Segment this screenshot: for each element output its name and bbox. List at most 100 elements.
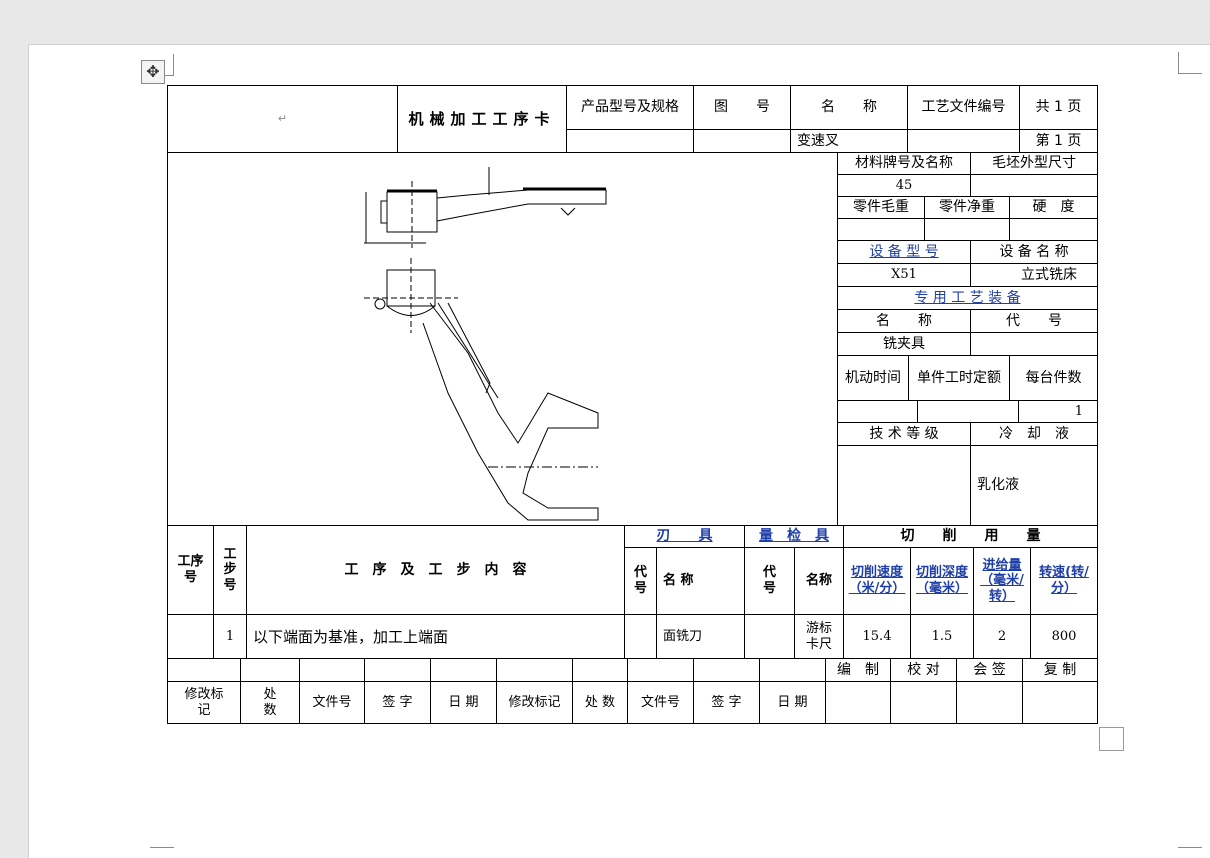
review-label-text: 复 制	[1043, 661, 1077, 678]
equipment-name-value[interactable]: 立式铣床	[970, 263, 1098, 287]
compile-label-text: 编 制	[837, 661, 879, 678]
step-process-no[interactable]	[167, 614, 214, 659]
hardness-label-text: 硬 度	[1032, 199, 1075, 216]
step-gauge-code[interactable]	[744, 614, 795, 659]
speed-header-text: 切削速度（米/分）	[848, 565, 906, 596]
hardness-label: 硬 度	[1009, 196, 1098, 219]
per-unit-label: 每台件数	[1009, 355, 1098, 401]
unit-time-label: 单件工时定额	[908, 355, 1010, 401]
rpm-header: 转速(转/分）	[1030, 547, 1098, 615]
process-doc-no-value[interactable]	[907, 129, 1020, 153]
drawing-no-value[interactable]	[693, 129, 791, 153]
blank-shape-value[interactable]	[970, 174, 1098, 197]
hardness-value[interactable]	[1009, 218, 1098, 241]
per-unit-value[interactable]: 1	[1018, 400, 1098, 423]
per-unit-label-text: 每台件数	[1025, 369, 1082, 386]
blank-shape-label: 毛坯外型尺寸	[970, 152, 1098, 175]
table-resize-handle[interactable]	[1099, 727, 1124, 751]
check-label: 校 对	[890, 658, 957, 682]
step-rpm-text: 800	[1051, 628, 1077, 644]
content-header-text: 工 序 及 工 步 内 容	[344, 561, 527, 578]
gross-weight-label-text: 零件毛重	[853, 199, 909, 216]
machine-time-value[interactable]	[837, 400, 918, 423]
tool-code-header: 代号	[624, 547, 657, 615]
step-feed-text: 2	[997, 628, 1007, 644]
footer-blank-2[interactable]	[240, 658, 300, 682]
footer-blank-1[interactable]	[167, 658, 241, 682]
special-fixture-label: 专 用 工 艺 装 备	[837, 286, 1098, 310]
sign-label-2: 签 字	[693, 681, 760, 724]
fixture-name-value[interactable]: 铣夹具	[837, 332, 971, 356]
countersign-label: 会 签	[956, 658, 1023, 682]
step-gauge-name[interactable]: 游标卡尺	[794, 614, 844, 659]
fixture-code-value[interactable]	[970, 332, 1098, 356]
coolant-value-text: 乳化液	[977, 477, 1019, 494]
rev-mark-label-text: 修改标记	[184, 686, 224, 718]
rev-mark-label: 修改标记	[167, 681, 241, 724]
total-pages: 共 1 页	[1019, 85, 1098, 130]
footer-blank-3[interactable]	[299, 658, 365, 682]
table-move-handle-icon[interactable]: ✥	[141, 60, 165, 84]
equipment-name-label-text: 设 备 名 称	[999, 243, 1069, 260]
product-model-label: 产品型号及规格	[566, 85, 694, 130]
rev-mark-label-2-text: 修改标记	[508, 694, 561, 710]
places-label-2-text: 处 数	[584, 694, 616, 710]
step-step-no[interactable]: 1	[213, 614, 247, 659]
equipment-name-value-text: 立式铣床	[1021, 266, 1077, 283]
review-value[interactable]	[1022, 681, 1098, 724]
check-value[interactable]	[890, 681, 957, 724]
file-no-label-2: 文件号	[627, 681, 694, 724]
footer-blank-6[interactable]	[496, 658, 573, 682]
footer-blank-9[interactable]	[693, 658, 760, 682]
fixture-name-label-text: 名 称	[876, 312, 932, 329]
footer-blank-5[interactable]	[430, 658, 497, 682]
rpm-header-text: 转速(转/分）	[1039, 565, 1089, 596]
footer-blank-10[interactable]	[759, 658, 826, 682]
name-value[interactable]: 变速叉	[790, 129, 908, 153]
file-no-label-text: 文件号	[312, 694, 352, 710]
fixture-name-value-text: 铣夹具	[883, 335, 925, 352]
footer-blank-4[interactable]	[364, 658, 431, 682]
step-content[interactable]: 以下端面为基准，加工上端面	[246, 614, 625, 659]
step-rpm[interactable]: 800	[1030, 614, 1098, 659]
per-unit-value-text: 1	[1074, 403, 1083, 419]
footer-blank-7[interactable]	[572, 658, 628, 682]
process-no-header: 工序号	[167, 525, 214, 615]
countersign-value[interactable]	[956, 681, 1023, 724]
equipment-model-value[interactable]: X51	[837, 263, 971, 287]
footer-blank-8[interactable]	[627, 658, 694, 682]
places-label-2: 处 数	[572, 681, 628, 724]
page-no: 第 1 页	[1019, 129, 1098, 153]
step-feed[interactable]: 2	[973, 614, 1031, 659]
gross-weight-value[interactable]	[837, 218, 925, 241]
equipment-model-label: 设 备 型 号	[837, 240, 971, 264]
equipment-model-label-text: 设 备 型 号	[869, 243, 939, 260]
file-no-label-2-text: 文件号	[640, 694, 680, 710]
unit-time-value[interactable]	[917, 400, 1019, 423]
net-weight-value[interactable]	[924, 218, 1010, 241]
step-tool-code[interactable]	[624, 614, 657, 659]
drawing-no-label-text: 图 号	[714, 99, 770, 116]
step-speed[interactable]: 15.4	[843, 614, 911, 659]
fixture-code-label-text: 代 号	[1006, 312, 1062, 329]
sign-label-text: 签 字	[382, 694, 413, 710]
drawing-area[interactable]	[167, 152, 838, 526]
step-gauge-name-text: 游标卡尺	[805, 620, 832, 652]
step-depth[interactable]: 1.5	[910, 614, 974, 659]
tech-grade-label-text: 技 术 等 级	[869, 425, 939, 442]
product-model-value[interactable]	[566, 129, 694, 153]
tech-grade-value[interactable]	[837, 445, 971, 526]
coolant-value[interactable]: 乳化液	[970, 445, 1098, 526]
material-value[interactable]: 45	[837, 174, 971, 197]
step-no-header: 工步号	[213, 525, 247, 615]
part-drawing	[364, 167, 607, 521]
coolant-label-text: 冷 却 液	[999, 425, 1069, 442]
material-label: 材料牌号及名称	[837, 152, 971, 175]
gauge-header-text: 量 检 具	[759, 528, 829, 545]
name-label-text: 名 称	[821, 99, 877, 116]
step-tool-name[interactable]: 面铣刀	[656, 614, 745, 659]
tool-header: 刃 具	[624, 525, 745, 548]
file-no-label: 文件号	[299, 681, 365, 724]
compile-value[interactable]	[825, 681, 891, 724]
header-blank-cell[interactable]: ↵	[167, 85, 398, 153]
